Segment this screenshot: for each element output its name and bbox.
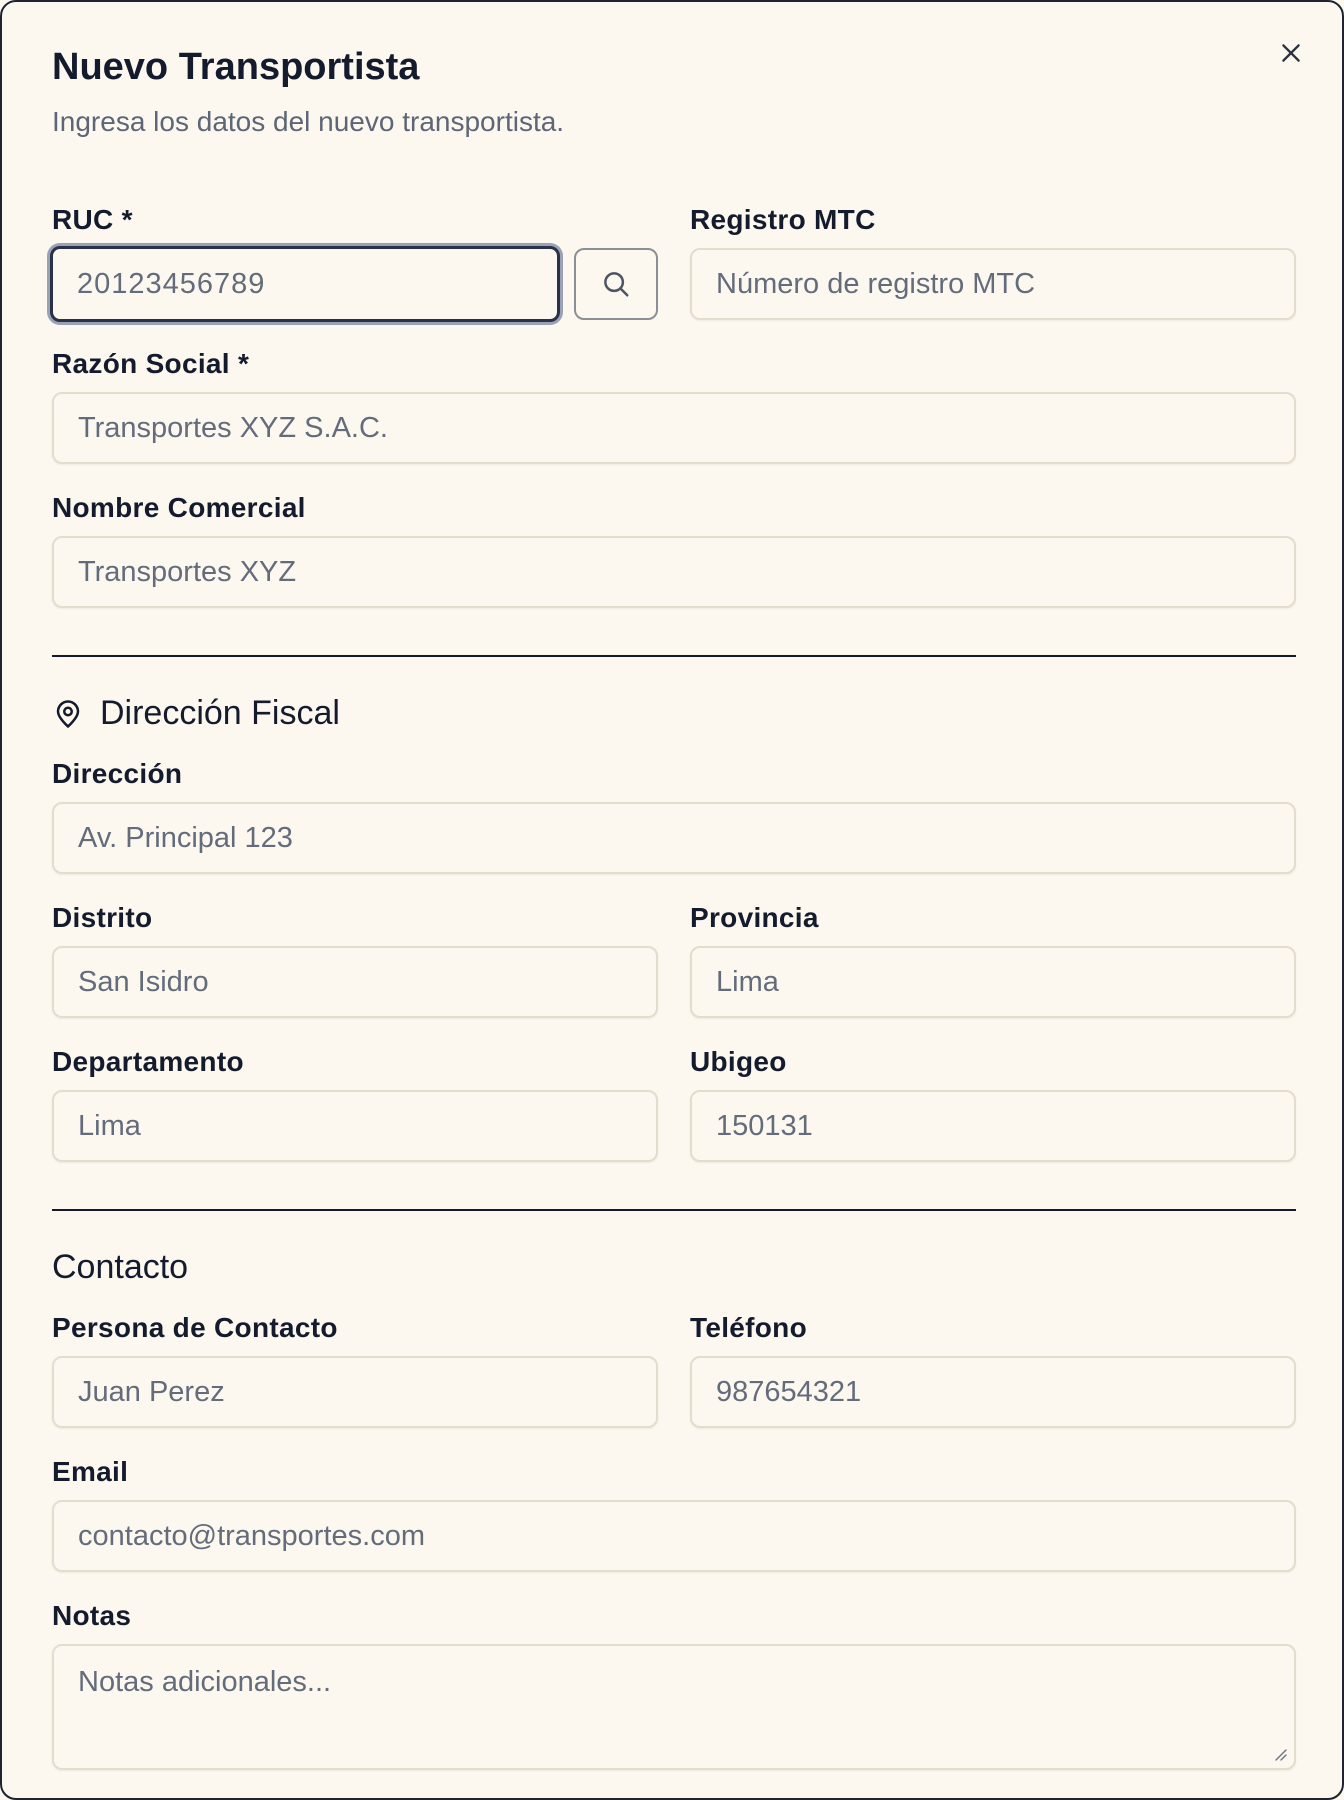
razon-social-placeholder: Transportes XYZ S.A.C.: [78, 411, 388, 444]
contacto-title: Contacto: [52, 1248, 189, 1286]
persona-contacto-input[interactable]: Juan Perez: [52, 1356, 658, 1428]
notas-textarea[interactable]: Notas adicionales...: [52, 1644, 1296, 1770]
registro-mtc-input[interactable]: Número de registro MTC: [690, 248, 1296, 320]
ubigeo-placeholder: 150131: [716, 1109, 813, 1142]
close-icon: [1282, 44, 1300, 62]
search-icon: [604, 272, 629, 297]
distrito-input[interactable]: San Isidro: [52, 946, 658, 1018]
persona-contacto-placeholder: Juan Perez: [78, 1375, 225, 1408]
direccion-input[interactable]: Av. Principal 123: [52, 802, 1296, 874]
direccion-placeholder: Av. Principal 123: [78, 821, 293, 854]
provincia-input[interactable]: Lima: [690, 946, 1296, 1018]
ruc-label: RUC *: [52, 204, 133, 235]
notas-placeholder: Notas adicionales...: [78, 1666, 332, 1698]
dialog-title: Nuevo Transportista: [52, 46, 420, 88]
resize-grip-icon[interactable]: [1272, 1746, 1288, 1762]
direccion-label: Dirección: [52, 758, 183, 789]
telefono-placeholder: 987654321: [716, 1375, 862, 1408]
registro-mtc-placeholder: Número de registro MTC: [716, 267, 1036, 300]
departamento-input[interactable]: Lima: [52, 1090, 658, 1162]
close-button[interactable]: [1274, 36, 1308, 70]
nombre-comercial-input[interactable]: Transportes XYZ: [52, 536, 1296, 608]
direccion-fiscal-title: Dirección Fiscal: [100, 694, 340, 732]
email-placeholder: contacto@transportes.com: [78, 1519, 425, 1552]
notas-label: Notas: [52, 1600, 132, 1631]
provincia-label: Provincia: [690, 902, 819, 933]
departamento-label: Departamento: [52, 1046, 244, 1077]
nombre-comercial-label: Nombre Comercial: [52, 492, 306, 523]
distrito-label: Distrito: [52, 902, 153, 933]
section-divider: [52, 1209, 1296, 1211]
ruc-input-value: 20123456789: [77, 267, 266, 300]
razon-social-label: Razón Social *: [52, 348, 250, 379]
persona-contacto-label: Persona de Contacto: [52, 1312, 338, 1343]
telefono-input[interactable]: 987654321: [690, 1356, 1296, 1428]
search-ruc-button[interactable]: [574, 248, 658, 320]
provincia-placeholder: Lima: [716, 965, 779, 998]
departamento-placeholder: Lima: [78, 1109, 141, 1142]
new-carrier-dialog: Nuevo Transportista Ingresa los datos de…: [0, 0, 1344, 1800]
telefono-label: Teléfono: [690, 1312, 807, 1343]
email-label: Email: [52, 1456, 129, 1487]
ubigeo-label: Ubigeo: [690, 1046, 787, 1077]
registro-mtc-label: Registro MTC: [690, 204, 876, 235]
razon-social-input[interactable]: Transportes XYZ S.A.C.: [52, 392, 1296, 464]
dialog-subtitle: Ingresa los datos del nuevo transportist…: [52, 106, 565, 137]
map-pin-icon: [56, 700, 80, 728]
distrito-placeholder: San Isidro: [78, 965, 209, 998]
ruc-input[interactable]: 20123456789: [50, 246, 560, 322]
section-divider: [52, 655, 1296, 657]
ubigeo-input[interactable]: 150131: [690, 1090, 1296, 1162]
email-input[interactable]: contacto@transportes.com: [52, 1500, 1296, 1572]
nombre-comercial-placeholder: Transportes XYZ: [78, 555, 297, 588]
